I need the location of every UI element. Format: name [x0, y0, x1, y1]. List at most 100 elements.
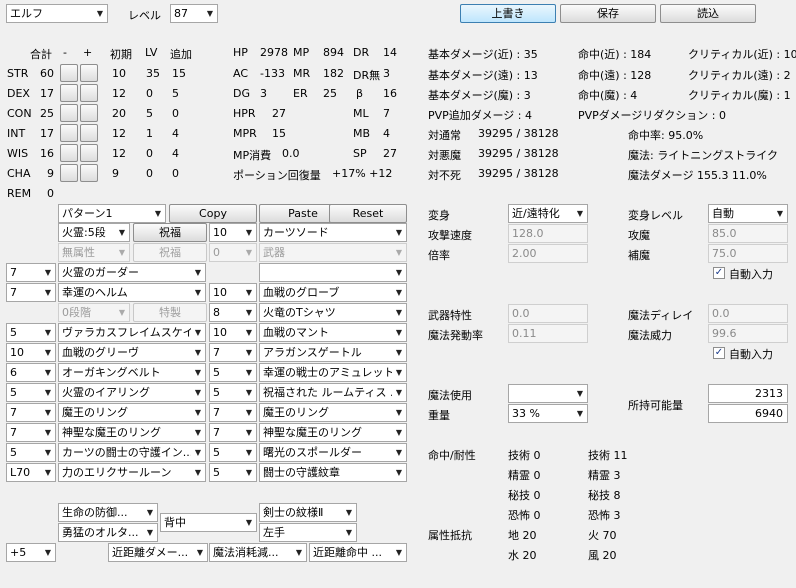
bonus1-select[interactable]: 近距離ダメー... ▼: [108, 543, 208, 562]
auto-input-checkbox[interactable]: ✓: [713, 267, 725, 279]
stat-minus-button[interactable]: [60, 124, 78, 142]
armor-select[interactable]: ヴァラカスフレイムスケイル...▼: [58, 323, 206, 342]
save-button[interactable]: 保存: [560, 4, 656, 23]
back-slot-select[interactable]: 背中 ▼: [160, 513, 257, 532]
chevron-down-icon: ▼: [245, 408, 253, 417]
resist-value: 恐怖 3: [588, 509, 621, 522]
weapon-enchant-value: 火霊:5段: [62, 226, 106, 239]
armor-level-select[interactable]: 7 ▼: [6, 263, 56, 282]
reset-button[interactable]: Reset: [329, 204, 407, 223]
overwrite-button[interactable]: 上書き: [460, 4, 556, 23]
bonus-level-select[interactable]: +5 ▼: [6, 543, 56, 562]
race-select[interactable]: エルフ ▼: [6, 4, 108, 23]
armor-level-select[interactable]: 7 ▼: [6, 283, 56, 302]
stat-plus-button[interactable]: [80, 144, 98, 162]
stat-minus-button[interactable]: [60, 164, 78, 182]
stat-minus-button[interactable]: [60, 64, 78, 82]
armor-select[interactable]: オーガキングベルト ▼: [58, 363, 206, 382]
copy-button[interactable]: Copy: [169, 204, 257, 223]
stat-plus-button[interactable]: [80, 164, 98, 182]
armor-select[interactable]: 闘士の守護紋章 ▼: [259, 463, 407, 482]
armor-select[interactable]: アラガンスゲートル ▼: [259, 343, 407, 362]
stat-total: 25: [40, 107, 54, 120]
shield1-select[interactable]: 生命の防御... ▼: [58, 503, 158, 522]
weapon-enchant-select[interactable]: 火霊:5段 ▼: [58, 223, 130, 242]
auto-input-checkbox[interactable]: ✓: [713, 347, 725, 359]
armor-level-select[interactable]: L70 ▼: [6, 463, 56, 482]
shield2-value: 勇猛のオルタ...: [62, 526, 139, 539]
stat-plus-button[interactable]: [80, 124, 98, 142]
armor-level-select[interactable]: 5 ▼: [6, 443, 56, 462]
armor-level-select[interactable]: 6 ▼: [6, 363, 56, 382]
armor-level-select[interactable]: 7 ▼: [209, 403, 257, 422]
crest-select[interactable]: 剣士の紋様Ⅱ ▼: [259, 503, 357, 522]
armor-select[interactable]: 神聖な魔王のリング ▼: [58, 423, 206, 442]
armor-select[interactable]: カーツの闘士の守護イン... ▼: [58, 443, 206, 462]
armor-level-select[interactable]: 5 ▼: [6, 323, 56, 342]
stat-minus-button[interactable]: [60, 144, 78, 162]
armor-level-select[interactable]: 7 ▼: [6, 403, 56, 422]
chevron-down-icon: ▼: [96, 9, 104, 18]
armor-level-select[interactable]: 8 ▼: [209, 303, 257, 322]
armor-level-select[interactable]: 10 ▼: [209, 323, 257, 342]
armor-select[interactable]: 幸運のヘルム ▼: [58, 283, 206, 302]
stat-minus-button[interactable]: [60, 84, 78, 102]
armor-select[interactable]: 祝福された ルームティス ... ▼: [259, 383, 407, 402]
auto-input-label: 自動入力: [729, 348, 773, 361]
armor-select[interactable]: 力のエリクサールーン ▼: [58, 463, 206, 482]
armor-select[interactable]: 魔王のリング ▼: [58, 403, 206, 422]
armor-select[interactable]: 血戦のマント ▼: [259, 323, 407, 342]
armor-select[interactable]: 火霊のイアリング ▼: [58, 383, 206, 402]
armor-level-select[interactable]: 10 ▼: [209, 283, 257, 302]
stat-plus-button[interactable]: [80, 64, 98, 82]
weapon-select[interactable]: カーツソード ▼: [259, 223, 407, 242]
race-value: エルフ: [10, 7, 43, 20]
load-button[interactable]: 読込: [660, 4, 756, 23]
hit-magic: 命中(魔) : 4: [578, 89, 638, 102]
resist-value: 秘技 8: [588, 489, 621, 502]
henshin-select[interactable]: 近/遠特化 ▼: [508, 204, 588, 223]
armor-select[interactable]: ▼: [259, 263, 407, 282]
stat-add: 4: [172, 147, 179, 160]
weapon-value: カーツソード: [263, 226, 329, 239]
dmg-near: 基本ダメージ(近) : 35: [428, 48, 538, 61]
henshin-level-select[interactable]: 自動 ▼: [708, 204, 788, 223]
special-button: 特製: [133, 303, 207, 322]
armor-level-select[interactable]: 7 ▼: [6, 423, 56, 442]
armor-level-select[interactable]: 5 ▼: [209, 443, 257, 462]
stage-value: 0段階: [62, 306, 91, 319]
magic-delay-label: 魔法ディレイ: [628, 309, 694, 322]
shield2-select[interactable]: 勇猛のオルタ... ▼: [58, 523, 158, 542]
armor-select[interactable]: 血戦のグリーヴ ▼: [58, 343, 206, 362]
armor-select[interactable]: 神聖な魔王のリング ▼: [259, 423, 407, 442]
armor-value: 神聖な魔王のリング: [263, 426, 362, 439]
armor-level-select[interactable]: 5 ▼: [209, 363, 257, 382]
left-hand-select[interactable]: 左手 ▼: [259, 523, 357, 542]
magic-use-select[interactable]: ▼: [508, 384, 588, 403]
stat-plus-button[interactable]: [80, 84, 98, 102]
armor-level-select[interactable]: 5 ▼: [209, 383, 257, 402]
armor-select[interactable]: 火竜のTシャツ ▼: [259, 303, 407, 322]
armor-level-select[interactable]: 5 ▼: [209, 463, 257, 482]
armor-level-select[interactable]: 7 ▼: [209, 343, 257, 362]
chevron-down-icon: ▼: [245, 348, 253, 357]
armor-select[interactable]: 火霊のガーダー ▼: [58, 263, 206, 282]
stat-minus-button[interactable]: [60, 104, 78, 122]
armor-select[interactable]: 曙光のスポールダー ▼: [259, 443, 407, 462]
bonus2-select[interactable]: 魔法消耗減... ▼: [209, 543, 307, 562]
bonus3-select[interactable]: 近距離命中 ... ▼: [309, 543, 407, 562]
level-select[interactable]: 87 ▼: [170, 4, 218, 23]
stat-plus-button[interactable]: [80, 104, 98, 122]
armor-select[interactable]: 魔王のリング ▼: [259, 403, 407, 422]
weight-select[interactable]: 33 % ▼: [508, 404, 588, 423]
bless-button[interactable]: 祝福: [133, 223, 207, 242]
armor-level-select[interactable]: 7 ▼: [209, 423, 257, 442]
mp-value: 894: [323, 46, 344, 59]
armor-level-select[interactable]: 10 ▼: [6, 343, 56, 362]
weapon-level-select[interactable]: 10 ▼: [209, 223, 257, 242]
armor-level-select[interactable]: 5 ▼: [6, 383, 56, 402]
armor-select[interactable]: 幸運の戦士のアミュレット ▼: [259, 363, 407, 382]
pattern-select[interactable]: パターン1 ▼: [58, 204, 166, 223]
mpr-value: 15: [272, 127, 286, 140]
armor-select[interactable]: 血戦のグローブ ▼: [259, 283, 407, 302]
